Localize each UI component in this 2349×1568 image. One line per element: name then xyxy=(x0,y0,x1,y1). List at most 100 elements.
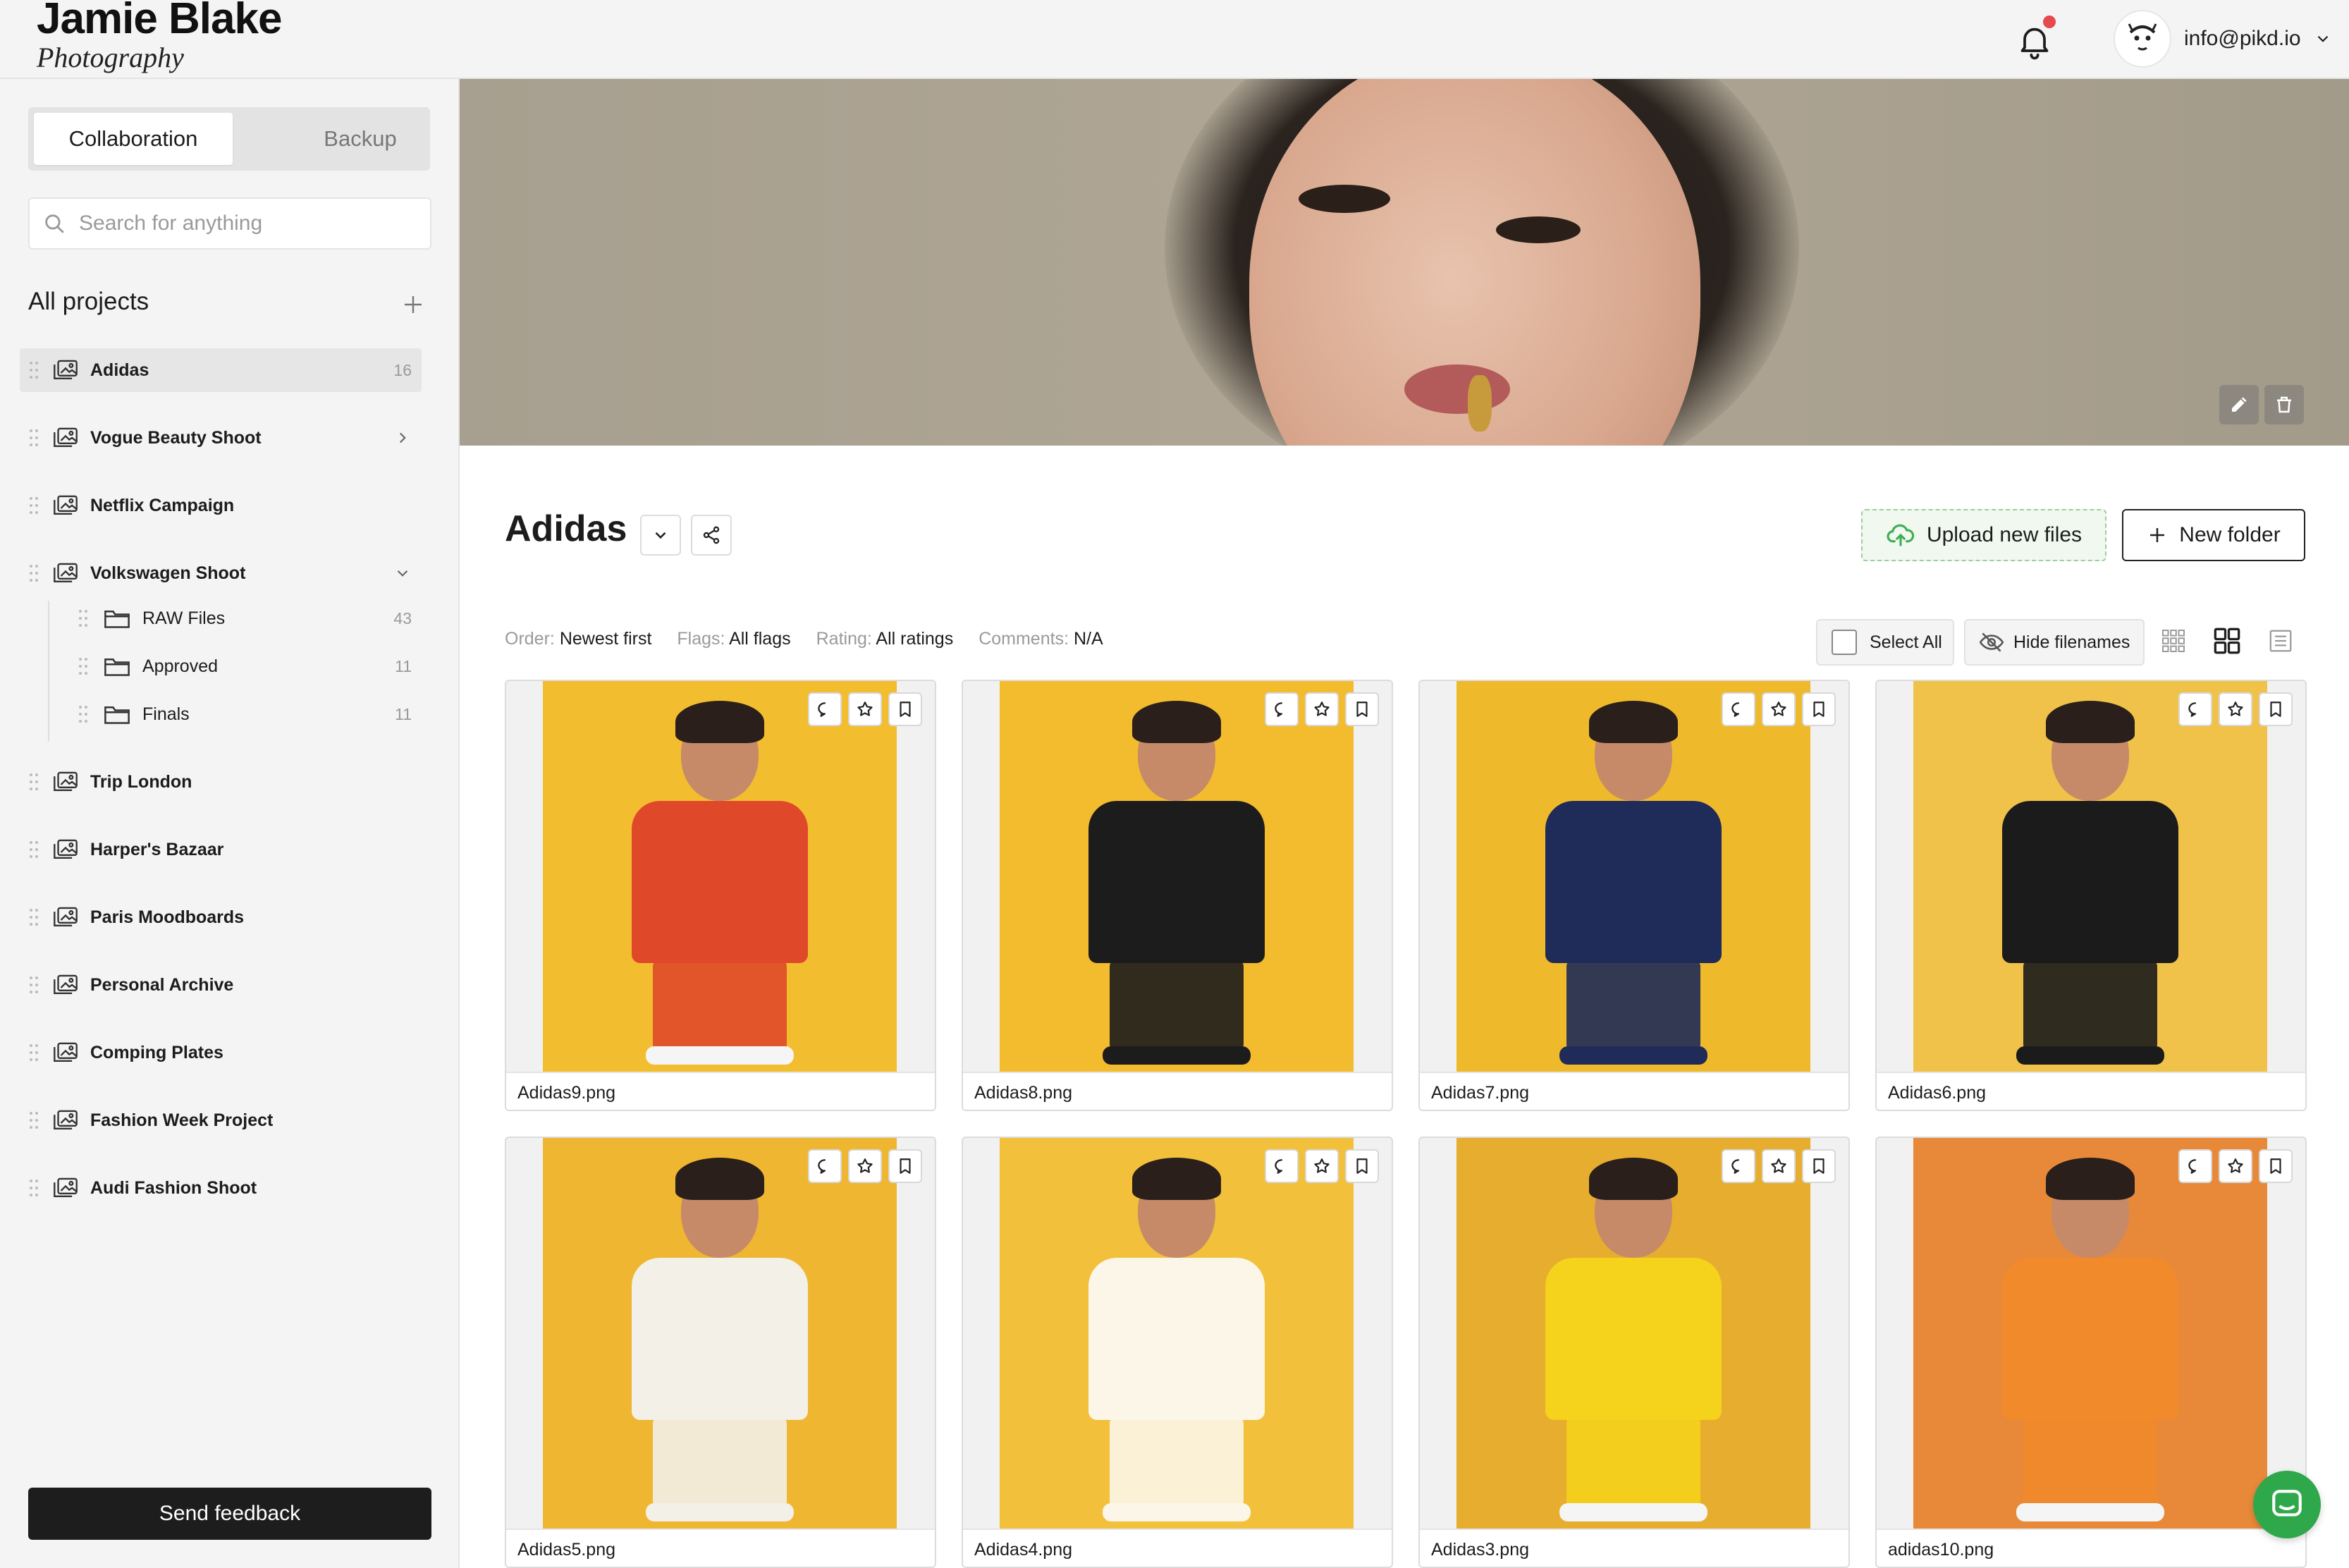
image-card[interactable]: Adidas4.png xyxy=(962,1137,1393,1568)
project-options-button[interactable] xyxy=(640,515,681,556)
plus-icon[interactable] xyxy=(400,292,426,317)
select-all-checkbox[interactable] xyxy=(1832,630,1857,655)
star-button[interactable] xyxy=(1305,1149,1339,1183)
image-card[interactable]: Adidas9.png xyxy=(505,680,936,1111)
select-all-button[interactable]: Select All xyxy=(1816,619,1954,666)
bookmark-button[interactable] xyxy=(2259,1149,2293,1183)
image-thumbnail[interactable] xyxy=(1000,1138,1354,1529)
star-button[interactable] xyxy=(1305,692,1339,726)
drag-handle-icon[interactable] xyxy=(78,656,89,676)
edit-cover-button[interactable] xyxy=(2219,385,2259,424)
drag-handle-icon[interactable] xyxy=(78,704,89,724)
chat-button[interactable] xyxy=(2253,1471,2321,1538)
share-button[interactable] xyxy=(691,515,732,556)
image-thumbnail[interactable] xyxy=(1000,681,1354,1072)
tab-backup[interactable]: Backup xyxy=(261,113,460,165)
subfolder-finals[interactable]: Finals 11 xyxy=(49,697,422,732)
account-menu[interactable]: info@pikd.io xyxy=(2114,10,2332,68)
drag-handle-icon[interactable] xyxy=(28,1043,39,1062)
drag-handle-icon[interactable] xyxy=(28,496,39,515)
image-thumbnail[interactable] xyxy=(543,681,897,1072)
drag-handle-icon[interactable] xyxy=(28,840,39,859)
comment-button[interactable] xyxy=(2178,1149,2212,1183)
comment-button[interactable] xyxy=(808,692,842,726)
send-feedback-button[interactable]: Send feedback xyxy=(28,1488,431,1540)
delete-cover-button[interactable] xyxy=(2264,385,2304,424)
image-card[interactable]: Adidas6.png xyxy=(1875,680,2307,1111)
filter-order[interactable]: Order: Newest first xyxy=(505,629,651,649)
drag-handle-icon[interactable] xyxy=(28,1110,39,1130)
bookmark-button[interactable] xyxy=(1802,1149,1836,1183)
star-button[interactable] xyxy=(848,1149,882,1183)
tab-collaboration[interactable]: Collaboration xyxy=(34,113,233,165)
project-name: Vogue Beauty Shoot xyxy=(90,427,262,448)
sidebar-item-volkswagen-shoot[interactable]: Volkswagen Shoot xyxy=(20,551,422,595)
subfolder-raw-files[interactable]: RAW Files 43 xyxy=(49,601,422,636)
drag-handle-icon[interactable] xyxy=(28,1178,39,1198)
chevron-right-icon[interactable] xyxy=(393,429,412,447)
drag-handle-icon[interactable] xyxy=(28,772,39,792)
comment-button[interactable] xyxy=(1722,1149,1755,1183)
model-outfit xyxy=(2002,801,2178,963)
hide-filenames-button[interactable]: Hide filenames xyxy=(1964,619,2145,666)
filter-rating[interactable]: Rating: All ratings xyxy=(816,629,954,649)
image-card[interactable]: Adidas5.png xyxy=(505,1137,936,1568)
filter-flags[interactable]: Flags: All flags xyxy=(677,629,790,649)
drag-handle-icon[interactable] xyxy=(78,608,89,628)
sidebar-item-personal-archive[interactable]: Personal Archive xyxy=(20,963,422,1007)
bookmark-button[interactable] xyxy=(1802,692,1836,726)
filename-bar: adidas10.png xyxy=(1877,1529,2305,1567)
star-button[interactable] xyxy=(2219,1149,2252,1183)
star-button[interactable] xyxy=(848,692,882,726)
bookmark-button[interactable] xyxy=(1345,692,1379,726)
image-thumbnail[interactable] xyxy=(1456,681,1810,1072)
image-card[interactable]: adidas10.png xyxy=(1875,1137,2307,1568)
image-thumbnail[interactable] xyxy=(543,1138,897,1529)
star-button[interactable] xyxy=(1762,692,1796,726)
star-button[interactable] xyxy=(1762,1149,1796,1183)
sidebar-item-fashion-week-project[interactable]: Fashion Week Project xyxy=(20,1098,422,1142)
bookmark-button[interactable] xyxy=(2259,692,2293,726)
subfolder-approved[interactable]: Approved 11 xyxy=(49,649,422,684)
bookmark-button[interactable] xyxy=(1345,1149,1379,1183)
sidebar-item-audi-fashion-shoot[interactable]: Audi Fashion Shoot xyxy=(20,1166,422,1210)
search-input[interactable] xyxy=(78,211,412,236)
sidebar-item-vogue-beauty-shoot[interactable]: Vogue Beauty Shoot xyxy=(20,416,422,460)
drag-handle-icon[interactable] xyxy=(28,975,39,995)
upload-files-button[interactable]: Upload new files xyxy=(1861,509,2106,561)
view-list-button[interactable] xyxy=(2259,619,2302,663)
comment-button[interactable] xyxy=(1722,692,1755,726)
view-grid-large-button[interactable] xyxy=(2205,619,2249,663)
star-button[interactable] xyxy=(2219,692,2252,726)
image-thumbnail[interactable] xyxy=(1913,681,2267,1072)
chevron-down-icon[interactable] xyxy=(393,564,412,582)
new-folder-button[interactable]: New folder xyxy=(2122,509,2305,561)
sidebar-item-netflix-campaign[interactable]: Netflix Campaign xyxy=(20,484,422,527)
drag-handle-icon[interactable] xyxy=(28,907,39,927)
sidebar-item-paris-moodboards[interactable]: Paris Moodboards xyxy=(20,895,422,939)
sidebar-item-adidas[interactable]: Adidas 16 xyxy=(20,348,422,392)
sidebar-item-harpers-bazaar[interactable]: Harper's Bazaar xyxy=(20,828,422,871)
image-card[interactable]: Adidas3.png xyxy=(1418,1137,1850,1568)
drag-handle-icon[interactable] xyxy=(28,563,39,583)
view-grid-small-button[interactable] xyxy=(2152,619,2195,663)
sidebar-item-comping-plates[interactable]: Comping Plates xyxy=(20,1031,422,1074)
comment-button[interactable] xyxy=(1265,1149,1299,1183)
image-card[interactable]: Adidas8.png xyxy=(962,680,1393,1111)
drag-handle-icon[interactable] xyxy=(28,360,39,380)
brand-logo[interactable]: Jamie Blake Photography xyxy=(37,0,282,73)
model-shoes xyxy=(1559,1503,1707,1521)
image-thumbnail[interactable] xyxy=(1913,1138,2267,1529)
comment-button[interactable] xyxy=(1265,692,1299,726)
bookmark-button[interactable] xyxy=(888,692,922,726)
bookmark-button[interactable] xyxy=(888,1149,922,1183)
image-thumbnail[interactable] xyxy=(1456,1138,1810,1529)
image-card[interactable]: Adidas7.png xyxy=(1418,680,1850,1111)
folder-icon xyxy=(104,611,130,628)
drag-handle-icon[interactable] xyxy=(28,428,39,448)
comment-button[interactable] xyxy=(808,1149,842,1183)
share-icon xyxy=(703,526,720,544)
sidebar-item-trip-london[interactable]: Trip London xyxy=(20,760,422,804)
comment-button[interactable] xyxy=(2178,692,2212,726)
filter-comments[interactable]: Comments: N/A xyxy=(979,629,1103,649)
